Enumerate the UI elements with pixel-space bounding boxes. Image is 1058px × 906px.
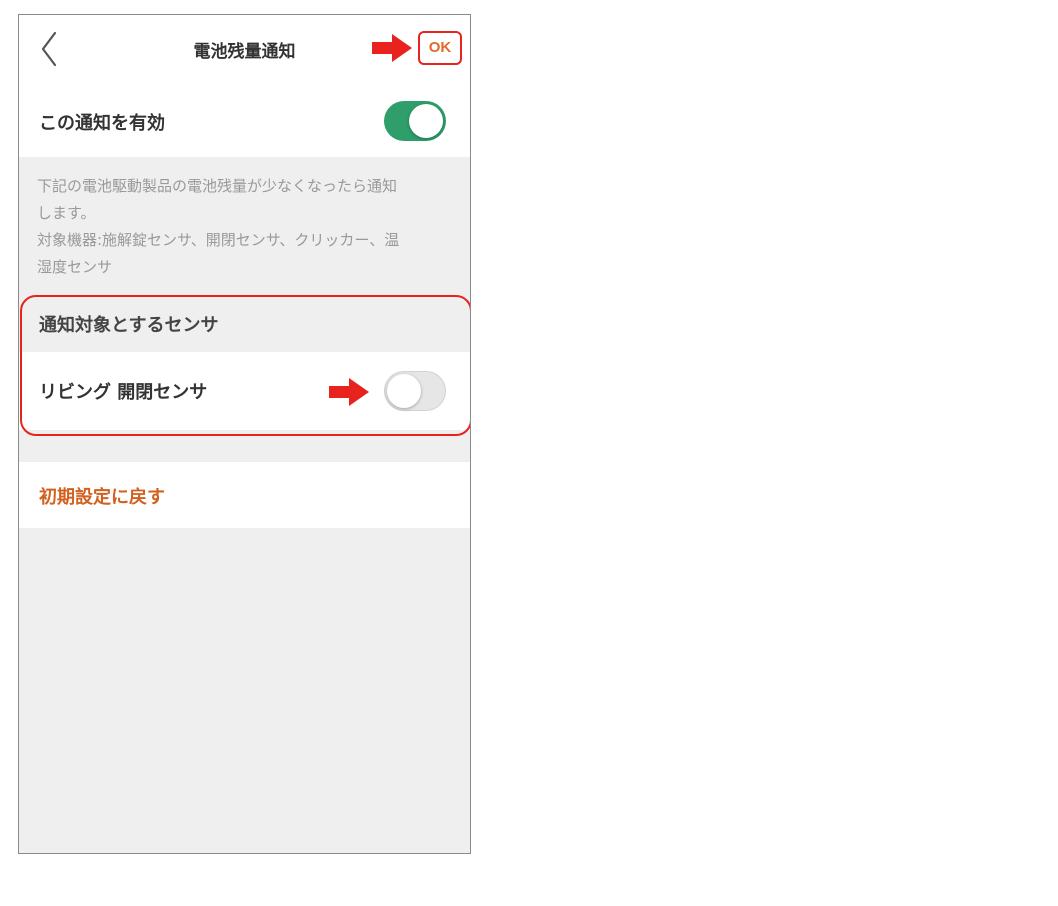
reset-defaults-link[interactable]: 初期設定に戻す [39, 483, 165, 509]
enable-notification-row: この通知を有効 [19, 85, 470, 157]
toggle-knob [387, 374, 421, 408]
sensor-section-title: 通知対象とするセンサ [39, 315, 219, 336]
sensor-toggle[interactable] [384, 371, 446, 411]
toggle-knob [409, 104, 443, 138]
ok-button[interactable]: OK [418, 31, 462, 65]
phone-screen: 電池残量通知 OK この通知を有効 下記の電池駆動製品の電池残量が少なくなったら… [18, 14, 471, 854]
description-line: 湿度センサ [37, 258, 113, 276]
navigation-bar: 電池残量通知 OK [19, 15, 470, 85]
red-arrow-icon [329, 378, 369, 406]
description-line: 下記の電池駆動製品の電池残量が少なくなったら通知 [37, 177, 398, 195]
notification-description: 下記の電池駆動製品の電池残量が少なくなったら通知 します。 対象機器:施解錠セン… [37, 173, 457, 281]
sensor-label: リビング 開閉センサ [39, 382, 208, 403]
reset-defaults-row[interactable]: 初期設定に戻す [19, 462, 470, 528]
red-arrow-icon [372, 34, 412, 62]
enable-notification-toggle[interactable] [384, 101, 446, 141]
sensor-row-living-open-close: リビング 開閉センサ [19, 352, 470, 430]
description-line: 対象機器:施解錠センサ、開閉センサ、クリッカー、温 [37, 231, 400, 249]
enable-notification-label: この通知を有効 [39, 113, 165, 134]
description-line: します。 [37, 204, 96, 222]
